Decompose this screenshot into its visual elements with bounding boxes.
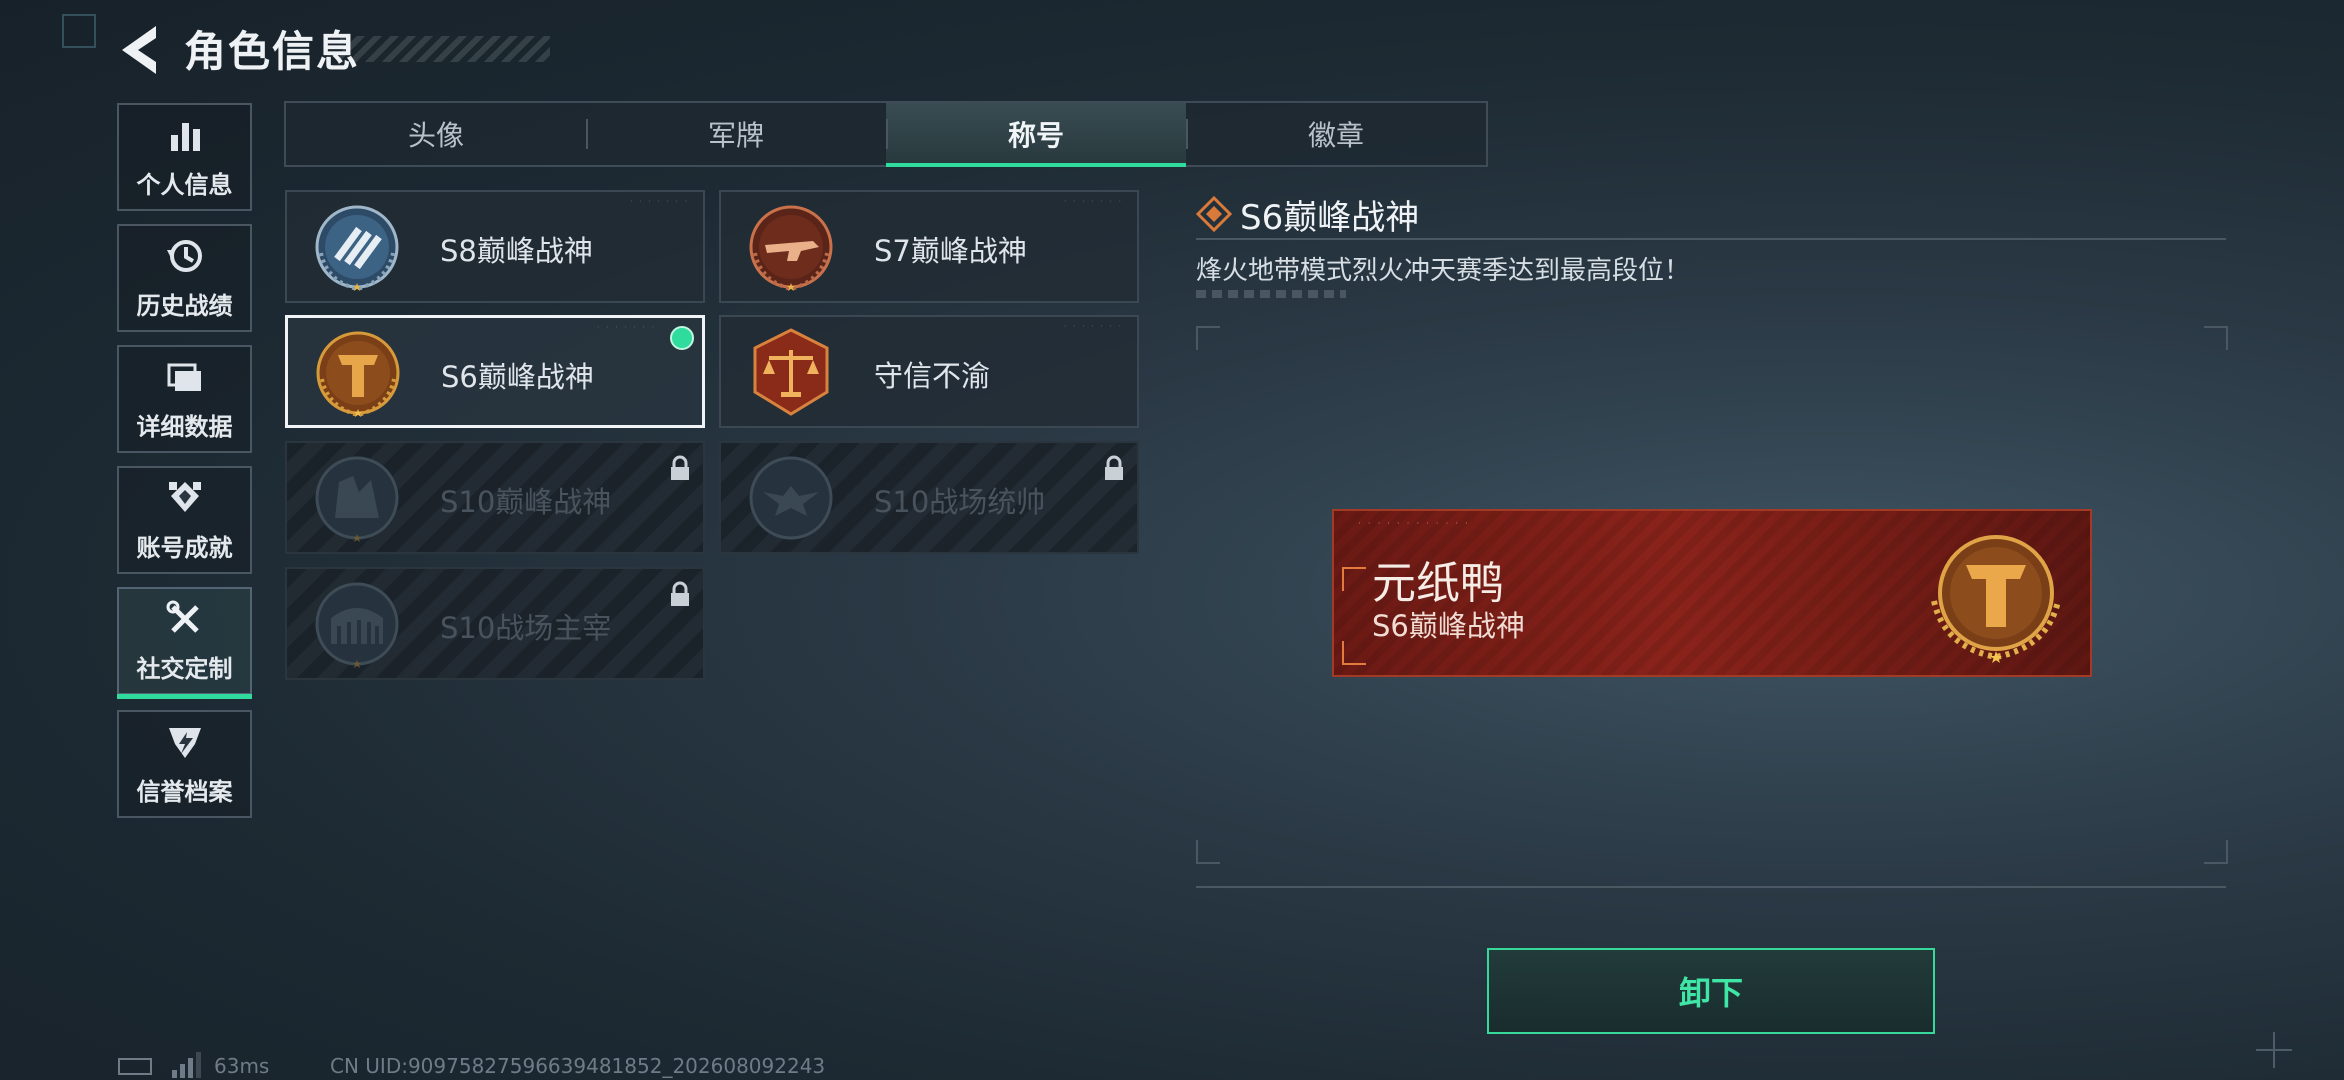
nameplate-preview: · · · · · · · · · · · · 元纸鸭 S6巅峰战神 [1332, 509, 2092, 677]
s6-emblem-large-icon [1931, 535, 2061, 663]
s7-emblem-icon [749, 205, 833, 292]
title-card-label: 守信不渝 [874, 359, 991, 393]
sidebar-item-achievements[interactable]: 账号成就 [117, 466, 252, 574]
sidebar-item-personal-info[interactable]: 个人信息 [117, 103, 252, 211]
title-card-s8[interactable]: · · · · · · · S8巅峰战神 [285, 190, 705, 303]
credit-shield-icon [168, 727, 201, 758]
title-card-label: S10战场统帅 [874, 485, 1046, 519]
title-card-label: S6巅峰战神 [441, 360, 594, 394]
detail-title: S6巅峰战神 [1240, 198, 1420, 238]
sidebar-item-label: 账号成就 [136, 533, 233, 562]
bar-chart-icon [170, 122, 200, 151]
divider [1196, 238, 2226, 240]
corner-decoration [62, 14, 96, 48]
sidebar-item-details[interactable]: 详细数据 [117, 345, 252, 453]
sidebar-item-credit[interactable]: 信誉档案 [117, 710, 252, 818]
title-card-s7[interactable]: · · · · · · · S7巅峰战神 [719, 190, 1139, 303]
tab-bar: 头像 军牌 称号 徽章 [284, 101, 1488, 167]
title-card-s10-dominator[interactable]: S10战场主宰 [285, 567, 705, 680]
scales-emblem-icon [753, 328, 829, 416]
s10-emblem-icon [315, 456, 399, 542]
tab-dogtag[interactable]: 军牌 [586, 103, 886, 165]
title-card-label: S10巅峰战神 [440, 485, 612, 519]
detail-description: 烽火地带模式烈火冲天赛季达到最高段位！ [1196, 256, 1691, 286]
sidebar-item-history[interactable]: 历史战绩 [117, 224, 252, 332]
frame-corner [2204, 840, 2228, 864]
title-card-s10-commander[interactable]: S10战场统帅 [719, 441, 1139, 554]
title-card-s6[interactable]: · · · · · · · S6巅峰战神 [285, 315, 705, 428]
lock-icon [1105, 455, 1123, 480]
achievement-icon [168, 481, 201, 512]
sidebar-item-label: 个人信息 [136, 170, 233, 199]
title-diamond-icon [1196, 196, 1232, 232]
s8-emblem-icon [315, 205, 399, 292]
sidebar-item-label: 历史战绩 [136, 291, 233, 320]
tab-title[interactable]: 称号 [886, 103, 1186, 167]
tab-badge[interactable]: 徽章 [1186, 103, 1486, 165]
title-stripes-decoration [340, 36, 550, 62]
history-icon [166, 239, 202, 272]
tools-icon [166, 600, 199, 633]
ping-text: 63ms [214, 1054, 270, 1078]
title-card-integrity[interactable]: · · · · · · · 守信不渝 [719, 315, 1139, 428]
crosshair-icon [2256, 1032, 2292, 1068]
lock-icon [671, 581, 689, 606]
divider [1196, 886, 2226, 888]
page-title: 角色信息 [184, 27, 361, 76]
unequip-button[interactable]: 卸下 [1487, 948, 1935, 1034]
signal-icon [172, 1052, 201, 1078]
frame-corner [2204, 326, 2228, 350]
title-card-label: S8巅峰战神 [440, 234, 593, 268]
equipped-indicator [670, 326, 694, 350]
frame-corner [1196, 840, 1220, 864]
lock-icon [671, 455, 689, 480]
folder-icon [167, 363, 201, 391]
back-arrow-icon[interactable] [116, 24, 160, 76]
sidebar-item-label: 社交定制 [136, 654, 233, 683]
battery-icon [118, 1058, 152, 1075]
s10-dominator-emblem-icon [315, 582, 399, 668]
sidebar-item-social-custom[interactable]: 社交定制 [117, 587, 252, 699]
s10-commander-emblem-icon [749, 456, 833, 540]
sidebar-item-label: 详细数据 [136, 412, 233, 441]
title-card-label: S10战场主宰 [440, 611, 612, 645]
sidebar-item-label: 信誉档案 [136, 777, 233, 806]
title-card-label: S7巅峰战神 [874, 234, 1027, 268]
title-card-s10-god[interactable]: S10巅峰战神 [285, 441, 705, 554]
nameplate-title: S6巅峰战神 [1372, 609, 1525, 643]
detail-decoration [1196, 290, 1346, 298]
frame-corner [1196, 326, 1220, 350]
uid-text: CN UID:90975827596639481852_202608092243 [330, 1054, 826, 1078]
nameplate-player-name: 元纸鸭 [1372, 558, 1504, 609]
s6-emblem-icon [316, 331, 400, 418]
tab-avatar[interactable]: 头像 [286, 103, 586, 165]
